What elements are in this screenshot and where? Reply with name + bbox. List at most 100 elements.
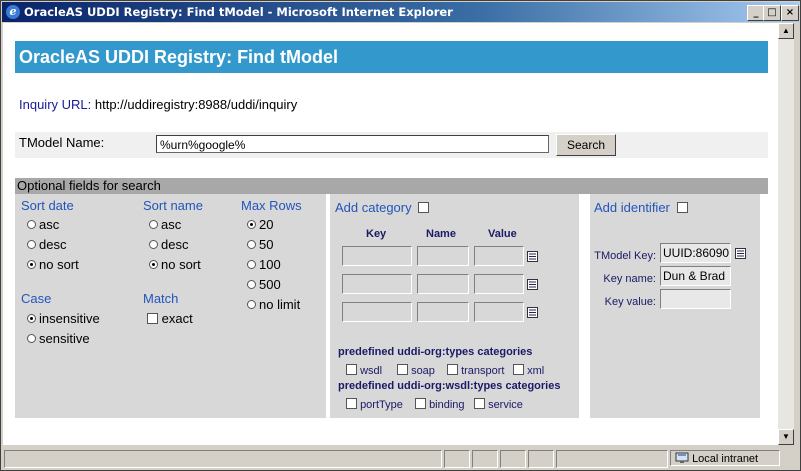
category-key-field-2[interactable] [342, 274, 412, 294]
status-cell [472, 450, 498, 468]
key-name-field[interactable]: Dun & Brad [660, 266, 731, 286]
checkbox-icon[interactable] [415, 398, 426, 409]
max-rows-50[interactable]: 50 [247, 237, 273, 252]
sort-name-no-sort[interactable]: no sort [149, 257, 201, 272]
checkbox-icon[interactable] [346, 398, 357, 409]
type-wsdl[interactable]: wsdl [346, 364, 382, 377]
add-identifier-title: Add identifier [594, 200, 688, 215]
sort-date-asc[interactable]: asc [27, 217, 59, 232]
category-name-field-3[interactable] [417, 302, 469, 322]
wsdl-service[interactable]: service [474, 398, 523, 411]
wsdl-porttype[interactable]: portType [346, 398, 403, 411]
status-bar: Local intranet [2, 447, 799, 469]
scroll-up-arrow-icon[interactable]: ▲ [778, 23, 794, 39]
radio-icon[interactable] [247, 300, 256, 309]
radio-icon[interactable] [27, 220, 36, 229]
option-label: desc [161, 237, 189, 252]
radio-icon[interactable] [247, 260, 256, 269]
match-title: Match [143, 291, 179, 306]
status-text [4, 450, 442, 468]
radio-icon[interactable] [149, 240, 158, 249]
radio-icon[interactable] [27, 240, 36, 249]
key-value-field[interactable] [660, 289, 731, 309]
title-bar[interactable]: e OracleAS UDDI Registry: Find tModel - … [2, 2, 799, 22]
category-key-field-1[interactable] [342, 246, 412, 266]
category-value-field-1[interactable] [474, 246, 524, 266]
option-label: asc [161, 217, 182, 232]
zone-indicator: Local intranet [670, 450, 780, 466]
radio-icon[interactable] [149, 220, 158, 229]
scroll-down-arrow-icon[interactable]: ▼ [778, 429, 794, 445]
radio-selected-icon[interactable] [247, 220, 256, 229]
maximize-button[interactable]: □ [763, 5, 781, 21]
max-rows-20[interactable]: 20 [247, 217, 273, 232]
add-identifier-checkbox[interactable] [676, 202, 688, 213]
option-label: 20 [259, 217, 274, 232]
radio-icon[interactable] [247, 240, 256, 249]
close-button[interactable]: × [781, 5, 799, 21]
radio-icon[interactable] [27, 334, 36, 343]
tmodel-name-row: TModel Name: %urn%google% Search [15, 132, 768, 158]
tmodel-name-label: TModel Name: [19, 135, 105, 150]
tmodel-name-input[interactable]: %urn%google% [156, 135, 549, 153]
radio-selected-icon[interactable] [27, 314, 36, 323]
option-label: wsdl [360, 365, 383, 377]
match-exact[interactable]: exact [147, 311, 193, 326]
sort-name-desc[interactable]: desc [149, 237, 188, 252]
add-category-label: Add category [335, 200, 412, 215]
category-key-field-3[interactable] [342, 302, 412, 322]
checkbox-icon[interactable] [474, 398, 485, 409]
identifier-panel: Add identifier TModel Key: UUID:86090 Ke… [590, 194, 760, 418]
category-panel: Add category Key Name Value predefined u… [330, 194, 579, 418]
option-label: insensitive [39, 311, 100, 326]
checkbox-icon[interactable] [346, 364, 357, 375]
list-icon[interactable] [527, 279, 538, 290]
list-icon[interactable] [735, 248, 746, 259]
option-label: no limit [259, 297, 301, 312]
sort-date-desc[interactable]: desc [27, 237, 66, 252]
radio-icon[interactable] [247, 280, 256, 289]
predefined-wsdl-types-header: predefined uddi-org:wsdl:types categorie… [338, 380, 561, 392]
checkbox-icon[interactable] [147, 313, 158, 324]
ie-logo-icon: e [6, 5, 20, 19]
inquiry-url-row: Inquiry URL: http://uddiregistry:8988/ud… [19, 97, 297, 112]
sort-date-title: Sort date [21, 198, 74, 213]
vertical-scrollbar[interactable]: ▲ ▼ [778, 23, 794, 445]
page-title: OracleAS UDDI Registry: Find tModel [15, 41, 768, 73]
wsdl-binding[interactable]: binding [415, 398, 465, 411]
radio-selected-icon[interactable] [27, 260, 36, 269]
search-button[interactable]: Search [556, 134, 616, 156]
tmodel-key-field[interactable]: UUID:86090 [660, 243, 731, 263]
max-rows-100[interactable]: 100 [247, 257, 281, 272]
type-transport[interactable]: transport [447, 364, 504, 377]
option-label: binding [429, 399, 465, 411]
sort-name-asc[interactable]: asc [149, 217, 181, 232]
category-value-field-2[interactable] [474, 274, 524, 294]
zone-label: Local intranet [692, 453, 759, 465]
checkbox-icon[interactable] [513, 364, 524, 375]
page-content: OracleAS UDDI Registry: Find tModel Inqu… [3, 23, 778, 445]
list-icon[interactable] [527, 307, 538, 318]
max-rows-500[interactable]: 500 [247, 277, 281, 292]
type-soap[interactable]: soap [397, 364, 435, 377]
inquiry-url-value: http://uddiregistry:8988/uddi/inquiry [94, 97, 298, 112]
category-name-field-2[interactable] [417, 274, 469, 294]
type-xml[interactable]: xml [513, 364, 544, 377]
option-label: desc [39, 237, 67, 252]
option-label: xml [527, 365, 545, 377]
max-rows-no-limit[interactable]: no limit [247, 297, 300, 312]
radio-selected-icon[interactable] [149, 260, 158, 269]
sort-name-title: Sort name [143, 198, 203, 213]
predefined-types-header: predefined uddi-org:types categories [338, 346, 533, 358]
case-sensitive[interactable]: sensitive [27, 331, 90, 346]
case-insensitive[interactable]: insensitive [27, 311, 100, 326]
sort-date-no-sort[interactable]: no sort [27, 257, 79, 272]
category-value-field-3[interactable] [474, 302, 524, 322]
category-name-field-1[interactable] [417, 246, 469, 266]
add-category-checkbox[interactable] [418, 202, 430, 213]
checkbox-icon[interactable] [397, 364, 408, 375]
list-icon[interactable] [527, 251, 538, 262]
inquiry-url-label: Inquiry URL: [19, 97, 92, 112]
checkbox-icon[interactable] [447, 364, 458, 375]
option-label: 50 [259, 237, 274, 252]
